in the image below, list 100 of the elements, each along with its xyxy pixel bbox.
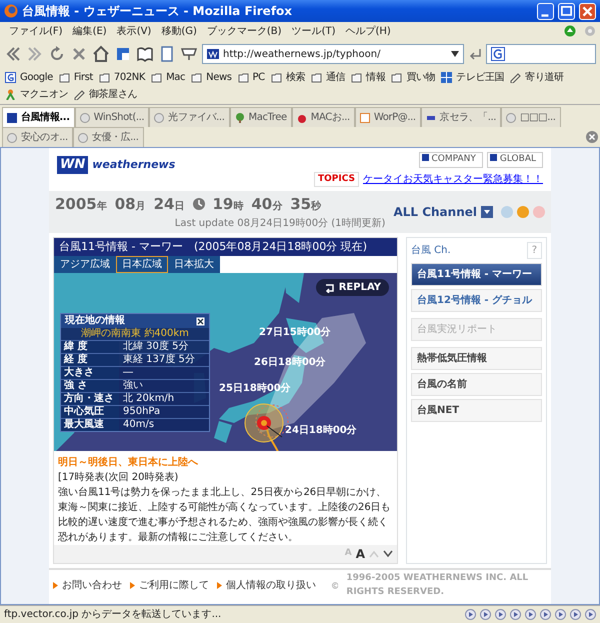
bookmark-item[interactable]: 通信	[308, 69, 348, 86]
bookmark-item[interactable]: 702NK	[96, 69, 148, 86]
chevron-down-icon[interactable]	[383, 550, 393, 558]
home-icon[interactable]	[92, 45, 110, 63]
bookmark-item[interactable]: 御茶屋さん	[71, 86, 140, 103]
dropdown-arrow-icon[interactable]	[451, 51, 459, 57]
view-tab[interactable]: 日本拡大	[168, 256, 220, 273]
bookmark-item[interactable]: News	[188, 69, 235, 86]
browser-tab[interactable]: 女優・広...	[72, 127, 144, 147]
view-tab[interactable]: 日本広域	[116, 256, 168, 273]
logo-icon	[7, 112, 17, 122]
browser-tab[interactable]: WinShot(...	[74, 107, 150, 127]
browser-tab[interactable]: 台風情報...	[2, 107, 75, 127]
globe-icon	[78, 132, 88, 142]
media-control-icon[interactable]	[510, 609, 521, 620]
browser-tab[interactable]: MACお...	[292, 107, 355, 127]
globe-icon	[7, 132, 17, 142]
channel-item[interactable]: 台風12号情報 - グチョル	[411, 288, 542, 312]
search-field[interactable]	[486, 44, 596, 64]
browser-tab[interactable]: MacTree	[230, 107, 292, 127]
bookmark-item[interactable]: 買い物	[388, 69, 438, 86]
channel-select[interactable]: ALL Channel	[393, 202, 477, 221]
browser-tab[interactable]: 光ファイバ...	[149, 107, 230, 127]
update-icon[interactable]	[564, 25, 576, 37]
header-link[interactable]: COMPANY	[418, 152, 483, 168]
media-control-icon[interactable]	[570, 609, 581, 620]
media-control-icon[interactable]	[525, 609, 536, 620]
folder-icon	[310, 72, 322, 83]
media-control-icon[interactable]	[540, 609, 551, 620]
menu-item[interactable]: ヘルプ(H)	[340, 24, 396, 38]
folder-icon	[98, 72, 110, 83]
apple-icon	[296, 112, 307, 122]
menu-item[interactable]: 表示(V)	[112, 24, 156, 38]
book-icon[interactable]	[136, 45, 154, 63]
time-part: 35秒	[290, 194, 322, 215]
font-size-button[interactable]: A	[356, 545, 365, 563]
menu-item[interactable]: ブックマーク(B)	[202, 24, 287, 38]
figure-icon	[5, 89, 16, 100]
browser-tab[interactable]: 京セラ、「...	[420, 107, 502, 127]
article-body: 強い台風11号は勢力を保ったまま北上し、25日夜から26日早朝にかけ、東海～関東に接近、上陸する可能性が高くなっています。上陸後の26日も比較的遅い速度で進む事が予想されるため、強雨や強風の影響が長く続く恐れがあります。最新の情報にご注意してください。	[58, 486, 392, 545]
replay-button[interactable]: REPLAY	[316, 279, 389, 296]
folder-icon	[238, 72, 249, 83]
grid-icon	[441, 72, 452, 83]
bookmark-item[interactable]: PC	[234, 69, 268, 86]
media-control-icon[interactable]	[465, 609, 476, 620]
back-icon[interactable]	[4, 45, 22, 63]
bookmark-item[interactable]: Google	[2, 69, 56, 86]
bookmark-item[interactable]: Mac	[148, 69, 188, 86]
logo-mark[interactable]: WN	[57, 156, 88, 174]
topics-link[interactable]: ケータイお天気キャスター緊急募集！！	[363, 172, 543, 187]
media-control-icon[interactable]	[585, 609, 596, 620]
footer-link[interactable]: ご利用に際して	[130, 578, 209, 593]
menu-item[interactable]: ファイル(F)	[4, 24, 68, 38]
view-tab[interactable]: アジア広域	[54, 256, 116, 273]
browser-tab[interactable]: □□□...	[501, 107, 561, 127]
logo-text[interactable]: weathernews	[92, 156, 176, 174]
info-label: 強 さ	[61, 380, 119, 392]
tag-icon	[74, 89, 86, 100]
bookmark-item[interactable]: 寄り道研	[507, 69, 567, 86]
menu-item[interactable]: ツール(T)	[286, 24, 340, 38]
info-label: 大きさ	[61, 367, 119, 379]
channel-item[interactable]: 熱帯低気圧情報	[411, 346, 542, 370]
bookmark-item[interactable]: テレビ王国	[438, 69, 508, 86]
info-label: 緯 度	[61, 341, 119, 353]
menu-item[interactable]: 移動(G)	[156, 24, 202, 38]
media-control-icon[interactable]	[480, 609, 491, 620]
window-title: 台風情報 - ウェザーニュース - Mozilla Firefox	[22, 3, 294, 20]
info-value: ―	[122, 367, 134, 379]
footer-link[interactable]: お問い合わせ	[53, 578, 122, 593]
address-field[interactable]: http://weathernews.jp/typhoon/	[202, 44, 464, 64]
last-update: Last update 08月24日19時00分 (1時間更新)	[174, 216, 386, 230]
menu-item[interactable]: 編集(E)	[68, 24, 112, 38]
info-label: 最大風速	[61, 419, 119, 431]
tag-icon	[510, 72, 522, 83]
bookmark-item[interactable]: First	[56, 69, 96, 86]
channel-item[interactable]: 台風の名前	[411, 372, 542, 396]
globe-icon	[154, 112, 164, 122]
bookmark-item[interactable]: マクニオン	[2, 86, 72, 103]
info-value: 東経 137度 5分	[122, 354, 196, 366]
browser-tab[interactable]: 安心のオ...	[2, 127, 73, 147]
channel-title: 台風 Ch.	[411, 244, 451, 258]
bookmark-item[interactable]: 検索	[268, 69, 308, 86]
maximize-icon[interactable]	[558, 2, 575, 20]
close-icon[interactable]	[196, 316, 205, 326]
media-control-icon[interactable]	[495, 609, 506, 620]
chevron-right-icon	[217, 582, 222, 589]
minimize-icon[interactable]	[537, 2, 554, 20]
folder-icon	[58, 72, 70, 83]
copyright-icon	[332, 581, 338, 590]
dropdown-icon[interactable]	[481, 206, 493, 218]
go-icon[interactable]	[468, 47, 482, 61]
header-link[interactable]: GLOBAL	[486, 152, 543, 168]
browser-tab[interactable]: WorP@...	[354, 107, 421, 127]
channel-item[interactable]: 台風NET	[411, 398, 542, 422]
folder-icon	[151, 72, 162, 83]
bookmark-item[interactable]: 情報	[348, 69, 388, 86]
channel-item[interactable]: 台風11号情報 - マーワー	[411, 262, 542, 286]
footer-link[interactable]: 個人情報の取り扱い	[217, 578, 316, 593]
reload-icon[interactable]	[48, 45, 66, 63]
media-control-icon[interactable]	[555, 609, 566, 620]
